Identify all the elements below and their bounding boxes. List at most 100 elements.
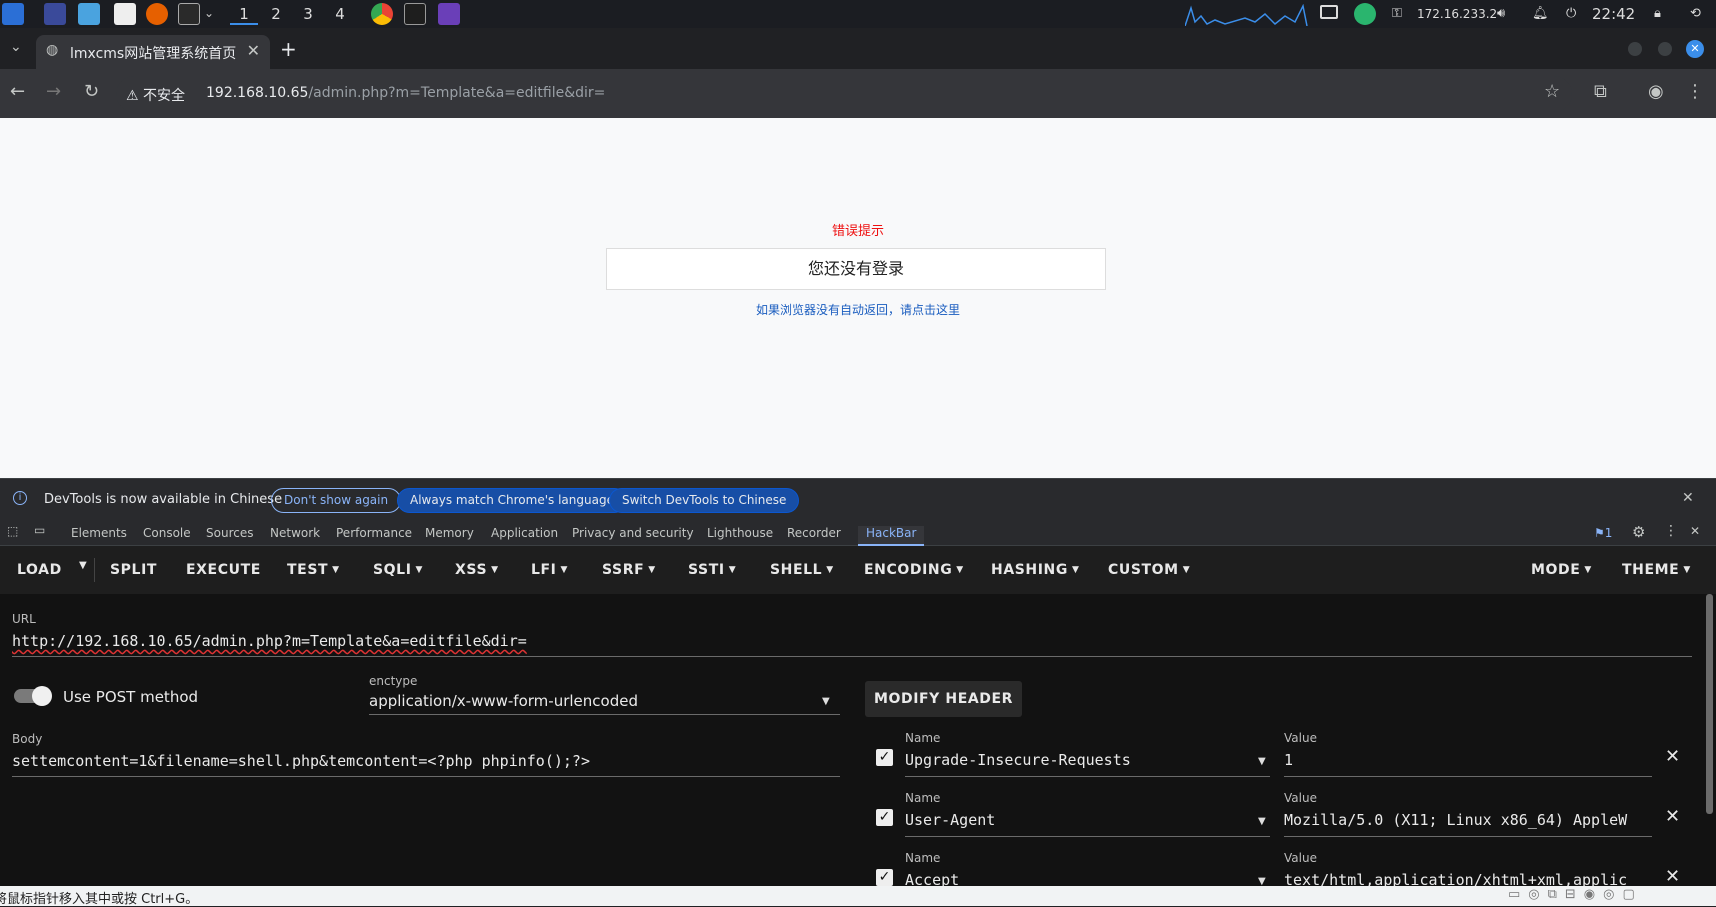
tab-console[interactable]: Console xyxy=(143,526,191,540)
lfi-menu[interactable]: LFI ▼ xyxy=(531,562,568,578)
custom-menu[interactable]: CUSTOM ▼ xyxy=(1108,562,1190,578)
modify-header-button[interactable]: MODIFY HEADER xyxy=(865,681,1022,717)
body-input[interactable]: settemcontent=1&filename=shell.php&temco… xyxy=(12,752,590,770)
vpn-icon[interactable] xyxy=(1354,3,1376,25)
browser-tab[interactable]: ◍ lmxcms网站管理系统首页 ✕ xyxy=(36,35,270,69)
header-2-name-input[interactable]: User-Agent xyxy=(905,811,995,829)
tab-performance[interactable]: Performance xyxy=(336,526,412,540)
text-editor-icon[interactable] xyxy=(114,3,136,25)
app-window-icon[interactable] xyxy=(438,3,460,25)
reload-icon[interactable]: ↻ xyxy=(84,81,99,102)
file-manager-icon[interactable] xyxy=(78,3,100,25)
terminal-window-icon[interactable] xyxy=(404,3,426,25)
test-menu[interactable]: TEST ▼ xyxy=(287,562,340,578)
close-tab-icon[interactable]: ✕ xyxy=(247,41,260,60)
load-button[interactable]: LOAD xyxy=(17,562,62,578)
header-1-remove-icon[interactable]: ✕ xyxy=(1665,746,1680,767)
enctype-dropdown-icon[interactable]: ▼ xyxy=(822,696,830,707)
caret-down-icon: ▼ xyxy=(415,565,424,575)
header-3-value-input[interactable]: text/html,application/xhtml+xml,applic xyxy=(1284,871,1652,886)
tab-search-icon[interactable]: ⌄ xyxy=(10,39,22,55)
terminal-icon[interactable] xyxy=(178,3,200,25)
tab-application[interactable]: Application xyxy=(491,526,558,540)
close-infobar-icon[interactable]: ✕ xyxy=(1682,490,1694,506)
close-window-icon[interactable]: ✕ xyxy=(1686,40,1704,58)
header-3-checkbox[interactable]: ✓ xyxy=(876,869,893,886)
mode-menu[interactable]: MODE ▼ xyxy=(1531,562,1592,578)
tab-network[interactable]: Network xyxy=(270,526,320,540)
hackbar-scrollbar[interactable] xyxy=(1706,594,1713,814)
header-3-name-dropdown-icon[interactable]: ▼ xyxy=(1258,876,1266,886)
url-input[interactable]: http://192.168.10.65/admin.php?m=Templat… xyxy=(12,632,527,650)
chevron-down-icon[interactable]: ⌄ xyxy=(204,6,214,20)
lock-icon[interactable]: 🔒︎ xyxy=(1654,0,1661,28)
sqli-menu[interactable]: SQLI ▼ xyxy=(373,562,423,578)
ssrf-menu[interactable]: SSRF ▼ xyxy=(602,562,656,578)
kali-menu-icon[interactable] xyxy=(2,3,24,25)
load-dropdown-icon[interactable]: ▼ xyxy=(79,560,87,571)
issues-icon[interactable]: ⚑1 xyxy=(1594,526,1612,540)
header-2-name-dropdown-icon[interactable]: ▼ xyxy=(1258,816,1266,827)
power-icon[interactable]: ⏻ xyxy=(1566,0,1576,28)
ssti-menu[interactable]: SSTI ▼ xyxy=(688,562,736,578)
chrome-icon[interactable] xyxy=(371,3,393,25)
execute-button[interactable]: EXECUTE xyxy=(186,562,261,578)
hashing-menu[interactable]: HASHING ▼ xyxy=(991,562,1080,578)
encoding-menu[interactable]: ENCODING ▼ xyxy=(864,562,964,578)
shell-menu[interactable]: SHELL ▼ xyxy=(770,562,834,578)
tab-memory[interactable]: Memory xyxy=(425,526,474,540)
header-3-name-input[interactable]: Accept xyxy=(905,871,959,886)
desktop-icon[interactable] xyxy=(44,3,66,25)
tab-elements[interactable]: Elements xyxy=(71,526,127,540)
firefox-icon[interactable] xyxy=(146,3,168,25)
header-1-name-input[interactable]: Upgrade-Insecure-Requests xyxy=(905,751,1131,769)
display-icon[interactable] xyxy=(1320,5,1338,19)
tab-recorder[interactable]: Recorder xyxy=(787,526,841,540)
workspace-2[interactable]: 2 xyxy=(262,3,290,25)
settings-gear-icon[interactable]: ⚙ xyxy=(1632,523,1645,541)
vm-device-icons[interactable]: ▭◎⧉⊟◉◎▢ xyxy=(1508,887,1643,902)
redirect-link[interactable]: 如果浏览器没有自动返回，请点击这里 xyxy=(0,301,1716,318)
notification-bell-icon[interactable]: 🔔︎ xyxy=(1532,0,1549,28)
header-1-checkbox[interactable]: ✓ xyxy=(876,749,893,766)
close-devtools-icon[interactable]: ✕ xyxy=(1690,524,1700,538)
post-method-toggle[interactable] xyxy=(14,686,52,706)
theme-menu[interactable]: THEME ▼ xyxy=(1622,562,1691,578)
header-1-value-input[interactable]: 1 xyxy=(1284,751,1293,769)
inspect-icon[interactable]: ⬚ xyxy=(7,524,18,538)
extensions-icon[interactable]: ⧉ xyxy=(1594,81,1607,102)
header-2-remove-icon[interactable]: ✕ xyxy=(1665,806,1680,827)
workspace-1[interactable]: 1 xyxy=(230,3,258,25)
switch-to-chinese-button[interactable]: Switch DevTools to Chinese xyxy=(609,488,800,513)
menu-kebab-icon[interactable]: ⋮ xyxy=(1686,81,1704,102)
new-tab-button[interactable]: + xyxy=(280,37,297,61)
devtools-menu-icon[interactable]: ⋮ xyxy=(1664,523,1678,539)
profile-icon[interactable]: ◉ xyxy=(1648,81,1664,102)
workspace-3[interactable]: 3 xyxy=(294,3,322,25)
workspace-4[interactable]: 4 xyxy=(326,3,354,25)
tab-lighthouse[interactable]: Lighthouse xyxy=(707,526,773,540)
split-button[interactable]: SPLIT xyxy=(110,562,157,578)
volume-icon[interactable]: 🔊︎ xyxy=(1497,0,1505,28)
header-3-remove-icon[interactable]: ✕ xyxy=(1665,866,1680,886)
url-text[interactable]: 192.168.10.65/admin.php?m=Template&a=edi… xyxy=(206,85,605,101)
device-toolbar-icon[interactable]: ▭ xyxy=(34,523,45,537)
tab-privacy-security[interactable]: Privacy and security xyxy=(572,526,694,540)
tab-hackbar[interactable]: HackBar xyxy=(858,526,925,546)
header-2-value-input[interactable]: Mozilla/5.0 (X11; Linux x86_64) AppleW xyxy=(1284,811,1652,829)
forward-icon[interactable]: → xyxy=(46,81,61,102)
header-2-checkbox[interactable]: ✓ xyxy=(876,809,893,826)
dont-show-again-button[interactable]: Don't show again xyxy=(271,488,402,513)
back-icon[interactable]: ← xyxy=(10,81,25,102)
tab-sources[interactable]: Sources xyxy=(206,526,253,540)
logout-icon[interactable]: ⟲ xyxy=(1690,0,1701,28)
bookmark-star-icon[interactable]: ☆ xyxy=(1544,81,1560,102)
address-bar[interactable]: ⚠ 不安全 192.168.10.65/admin.php?m=Template… xyxy=(116,76,1572,112)
match-language-button[interactable]: Always match Chrome's language xyxy=(397,488,627,513)
minimize-icon[interactable] xyxy=(1628,42,1642,56)
enctype-select[interactable]: application/x-www-form-urlencoded xyxy=(369,692,638,710)
maximize-icon[interactable] xyxy=(1658,42,1672,56)
xss-menu[interactable]: XSS ▼ xyxy=(455,562,499,578)
header-1-name-dropdown-icon[interactable]: ▼ xyxy=(1258,756,1266,767)
insecure-indicator[interactable]: ⚠ 不安全 xyxy=(126,85,185,105)
